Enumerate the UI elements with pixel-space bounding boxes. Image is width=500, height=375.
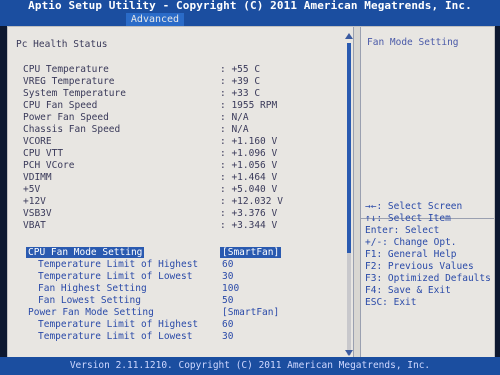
scrollbar-thumb[interactable] (347, 43, 351, 253)
cpu-fan-mode-value[interactable]: [SmartFan] (220, 247, 282, 258)
power-fan-mode-value[interactable]: [SmartFan] (222, 307, 279, 318)
reading-label: Chassis Fan Speed (23, 124, 121, 135)
key-help-previous: F2: Previous Values (365, 261, 474, 272)
fan-highest-setting[interactable]: Fan Highest Setting (38, 283, 147, 294)
reading-value: : +33 C (220, 88, 261, 99)
power-fan-mode-setting[interactable]: Power Fan Mode Setting (28, 307, 154, 318)
settings-pane: Pc Health Status CPU Temperature : +55 C… (8, 27, 353, 357)
reading-value: : +1.056 V (220, 160, 278, 171)
fan-lowest-setting-value[interactable]: 50 (222, 295, 233, 306)
reading-label: VBAT (23, 220, 46, 231)
reading-value: : +39 C (220, 76, 261, 87)
power-temp-limit-highest-value[interactable]: 60 (222, 319, 233, 330)
reading-value: : +3.376 V (220, 208, 278, 219)
main-panel: Pc Health Status CPU Temperature : +55 C… (7, 26, 495, 358)
cpu-temp-limit-highest[interactable]: Temperature Limit of Highest (38, 259, 198, 270)
key-help-defaults: F3: Optimized Defaults (365, 273, 491, 284)
reading-label: +12V (23, 196, 46, 207)
reading-value: : +3.344 V (220, 220, 278, 231)
cpu-temp-limit-lowest[interactable]: Temperature Limit of Lowest (38, 271, 192, 282)
reading-label: Power Fan Speed (23, 112, 109, 123)
reading-label: VDIMM (23, 172, 52, 183)
help-title: Fan Mode Setting (367, 37, 459, 48)
key-help-enter: Enter: Select (365, 225, 440, 236)
key-help-esc: ESC: Exit (365, 297, 417, 308)
power-temp-limit-lowest-value[interactable]: 30 (222, 331, 233, 342)
section-header: Pc Health Status (16, 39, 108, 50)
reading-label: VSB3V (23, 208, 52, 219)
key-help-save-exit: F4: Save & Exit (365, 285, 451, 296)
reading-value: : +12.032 V (220, 196, 283, 207)
bios-screen: Aptio Setup Utility - Copyright (C) 2011… (0, 0, 500, 375)
help-pane: Fan Mode Setting →←: Select Screen ↑↓: S… (361, 27, 494, 357)
cpu-temp-limit-lowest-value[interactable]: 30 (222, 271, 233, 282)
fan-highest-setting-value[interactable]: 100 (222, 283, 239, 294)
cpu-fan-mode-setting[interactable]: CPU Fan Mode Setting (26, 247, 145, 258)
key-help-select-item: ↑↓: Select Item (365, 213, 451, 224)
app-title: Aptio Setup Utility - Copyright (C) 2011… (28, 0, 472, 12)
reading-value: : N/A (220, 124, 249, 135)
version-text: Version 2.11.1210. Copyright (C) 2011 Am… (69, 360, 431, 371)
pane-divider (353, 27, 361, 357)
tab-advanced[interactable]: Advanced (126, 13, 184, 26)
reading-label: CPU VTT (23, 148, 64, 159)
reading-label: VCORE (23, 136, 52, 147)
reading-value: : +5.040 V (220, 184, 278, 195)
key-help-change-opt: +/-: Change Opt. (365, 237, 457, 248)
scroll-up-arrow-icon[interactable] (345, 33, 353, 39)
reading-label: +5V (23, 184, 41, 195)
footer-bar: Version 2.11.1210. Copyright (C) 2011 Am… (0, 357, 500, 375)
power-temp-limit-highest[interactable]: Temperature Limit of Highest (38, 319, 198, 330)
reading-value: : +1.096 V (220, 148, 278, 159)
key-help-general: F1: General Help (365, 249, 457, 260)
reading-label: System Temperature (23, 88, 126, 99)
reading-value: : +1.160 V (220, 136, 278, 147)
title-bar: Aptio Setup Utility - Copyright (C) 2011… (0, 0, 500, 26)
reading-value: : +1.464 V (220, 172, 278, 183)
reading-label: VREG Temperature (23, 76, 115, 87)
cpu-temp-limit-highest-value[interactable]: 60 (222, 259, 233, 270)
reading-value: : +55 C (220, 64, 261, 75)
scroll-down-arrow-icon[interactable] (345, 350, 353, 356)
reading-label: CPU Fan Speed (23, 100, 98, 111)
key-help-select-screen: →←: Select Screen (365, 201, 463, 212)
reading-value: : N/A (220, 112, 249, 123)
reading-value: : 1955 RPM (220, 100, 278, 111)
fan-lowest-setting[interactable]: Fan Lowest Setting (38, 295, 141, 306)
reading-label: PCH VCore (23, 160, 75, 171)
reading-label: CPU Temperature (23, 64, 109, 75)
power-temp-limit-lowest[interactable]: Temperature Limit of Lowest (38, 331, 192, 342)
